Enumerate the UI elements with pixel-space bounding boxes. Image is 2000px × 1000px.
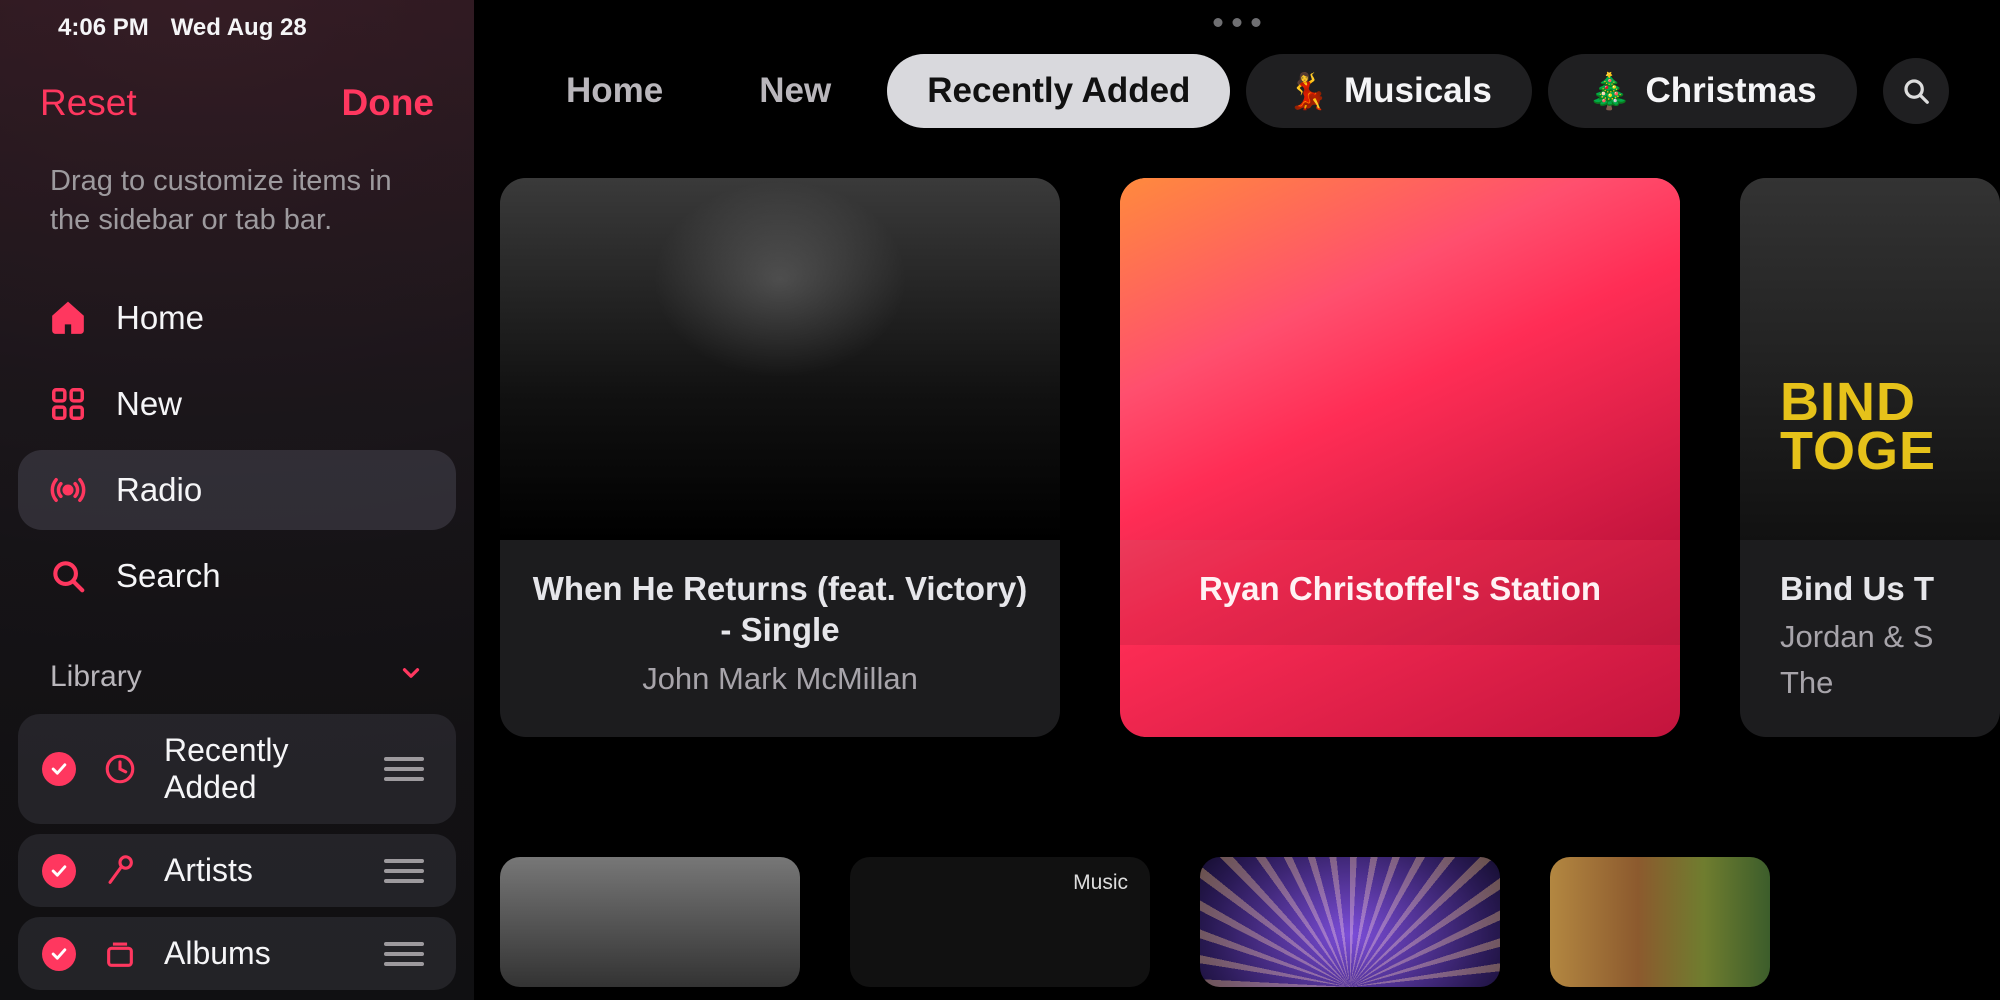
thumbnail-card[interactable] <box>1550 857 1770 987</box>
grid-icon <box>48 384 88 424</box>
album-title: Bind Us T <box>1780 568 2000 609</box>
drag-handle-icon[interactable] <box>384 859 432 883</box>
checkmark-icon[interactable] <box>42 752 76 786</box>
album-card-partial[interactable]: BIND TOGE Bind Us T Jordan & S The <box>1740 178 2000 737</box>
thumbnail-card[interactable] <box>500 857 800 987</box>
station-title: Ryan Christoffel's Station <box>1150 568 1650 609</box>
apple-music-badge: Music <box>1073 871 1128 895</box>
station-art <box>1120 178 1680 540</box>
tab-home[interactable]: Home <box>526 54 703 128</box>
content-row-1: When He Returns (feat. Victory) - Single… <box>474 128 2000 737</box>
search-icon <box>48 556 88 596</box>
sidebar-item-label: Search <box>116 557 221 595</box>
checkmark-icon[interactable] <box>42 937 76 971</box>
sidebar-nav: Home New Radio Search <box>0 278 474 616</box>
album-card[interactable]: When He Returns (feat. Victory) - Single… <box>500 178 1060 737</box>
window-handle-icon[interactable] <box>1214 18 1261 27</box>
content-row-2: Music <box>474 737 2000 987</box>
sidebar-item-new[interactable]: New <box>18 364 456 444</box>
tab-label: Musicals <box>1344 71 1492 111</box>
album-subtitle: The <box>1780 665 2000 701</box>
album-title: When He Returns (feat. Victory) - Single <box>530 568 1030 651</box>
drag-handle-icon[interactable] <box>384 757 432 781</box>
sidebar-item-label: Home <box>116 299 204 337</box>
library-item-albums[interactable]: Albums <box>18 917 456 990</box>
tab-label: New <box>759 71 831 111</box>
library-item-artists[interactable]: Artists <box>18 834 456 907</box>
home-icon <box>48 298 88 338</box>
sidebar-item-radio[interactable]: Radio <box>18 450 456 530</box>
search-icon <box>1901 76 1931 106</box>
main-content: Home New Recently Added 💃 Musicals 🎄 Chr… <box>474 0 2000 1000</box>
album-art <box>500 178 1060 540</box>
search-button[interactable] <box>1883 58 1949 124</box>
library-item-label: Recently Added <box>164 732 358 806</box>
checkmark-icon[interactable] <box>42 854 76 888</box>
sidebar-header: Reset Done <box>0 42 474 152</box>
tab-new[interactable]: New <box>719 54 871 128</box>
tab-label: Home <box>566 71 663 111</box>
library-item-label: Albums <box>164 935 358 972</box>
sidebar-item-home[interactable]: Home <box>18 278 456 358</box>
library-title: Library <box>50 660 142 694</box>
radio-icon <box>48 470 88 510</box>
sidebar-item-label: New <box>116 385 182 423</box>
sidebar-hint: Drag to customize items in the sidebar o… <box>0 152 474 278</box>
album-artist: John Mark McMillan <box>530 661 1030 697</box>
microphone-icon <box>102 853 138 889</box>
thumbnail-card[interactable]: Music <box>850 857 1150 987</box>
tab-label: Recently Added <box>927 71 1190 111</box>
station-card[interactable]: Ryan Christoffel's Station <box>1120 178 1680 737</box>
tab-label: Christmas <box>1645 71 1816 111</box>
tab-christmas[interactable]: 🎄 Christmas <box>1548 54 1857 128</box>
sidebar-item-search[interactable]: Search <box>18 536 456 616</box>
reset-button[interactable]: Reset <box>40 82 137 124</box>
status-date: Wed Aug 28 <box>171 14 307 42</box>
sidebar-item-label: Radio <box>116 471 202 509</box>
library-item-label: Artists <box>164 852 358 889</box>
dancer-emoji-icon: 💃 <box>1286 71 1330 112</box>
tab-musicals[interactable]: 💃 Musicals <box>1246 54 1531 128</box>
album-art-text: BIND TOGE <box>1780 378 1936 475</box>
thumbnail-card[interactable] <box>1200 857 1500 987</box>
status-time: 4:06 PM <box>58 14 149 42</box>
sidebar: 4:06 PM Wed Aug 28 Reset Done Drag to cu… <box>0 0 474 1000</box>
christmas-tree-emoji-icon: 🎄 <box>1588 71 1632 112</box>
done-button[interactable]: Done <box>342 82 435 124</box>
album-subtitle: Jordan & S <box>1780 619 2000 655</box>
library-list: Recently Added Artists <box>0 714 474 990</box>
clock-icon <box>102 751 138 787</box>
library-section-header[interactable]: Library <box>0 616 474 714</box>
drag-handle-icon[interactable] <box>384 942 432 966</box>
album-art: BIND TOGE <box>1740 178 2000 540</box>
chevron-down-icon <box>398 660 424 694</box>
library-item-recently-added[interactable]: Recently Added <box>18 714 456 824</box>
status-bar: 4:06 PM Wed Aug 28 <box>0 0 474 42</box>
albums-icon <box>102 936 138 972</box>
tab-recently-added[interactable]: Recently Added <box>887 54 1230 128</box>
